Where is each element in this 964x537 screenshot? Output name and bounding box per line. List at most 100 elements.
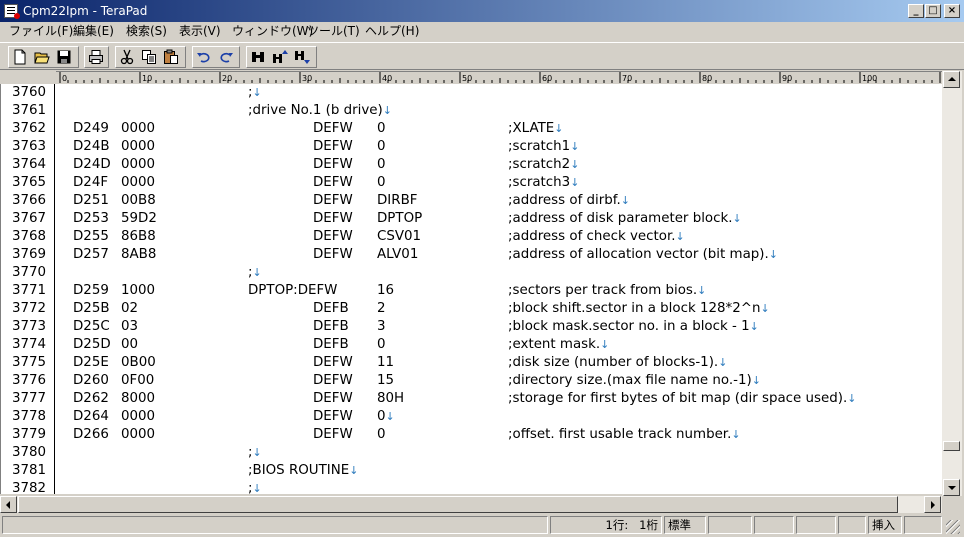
code-op-text: DEFW — [313, 175, 353, 190]
scroll-left-button[interactable] — [0, 496, 17, 513]
editor-line[interactable]: 3777 D262 8000 DEFW 80H ;storage for first by… — [1, 390, 942, 408]
resize-grip[interactable] — [946, 520, 960, 534]
editor-line[interactable]: 3773 D25C 03 DEFB 3 ;block mask.sector no. in… — [1, 318, 942, 336]
code-arg-text: 0 — [377, 121, 386, 136]
scroll-down-button[interactable] — [943, 479, 960, 496]
menu-search[interactable]: 検索(S) — [126, 24, 167, 39]
code-op-text: DEFW — [313, 139, 353, 154]
status-column: 1桁 — [639, 518, 658, 532]
editor-line[interactable]: 3770 ;↓ — [1, 264, 942, 282]
ruler-label: 40 — [382, 74, 392, 83]
maximize-button[interactable]: □ — [925, 4, 941, 18]
copy-icon[interactable] — [140, 49, 158, 66]
menu-view[interactable]: 表示(V) — [179, 24, 221, 39]
editor-line[interactable]: 3776 D260 0F00 DEFW 15 ;directory size.(max f… — [1, 372, 942, 390]
text-editor[interactable]: 3760 ;↓ 3761 ;drive No.1 (b drive)↓ 3762 D249… — [0, 84, 942, 494]
code-val: 00 — [121, 336, 138, 354]
paste-icon[interactable] — [162, 49, 180, 66]
code-val-text: 0000 — [121, 139, 156, 154]
code-val-text: 0000 — [121, 121, 156, 136]
editor-line[interactable]: 3775 D25E 0B00 DEFW 11 ;disk size (number of … — [1, 354, 942, 372]
editor-line[interactable]: 3760 ;↓ — [1, 84, 942, 102]
line-number: 3767 — [12, 211, 47, 226]
title-bar[interactable]: Cpm22Ipm - TeraPad _ □ × — [0, 0, 964, 22]
menu-tools[interactable]: ツール(T) — [307, 24, 360, 39]
code-val-text: 00 — [121, 337, 139, 352]
code-addr: D259 — [73, 282, 109, 300]
code-addr: D25B — [73, 300, 110, 318]
menu-window[interactable]: ウィンドウ(W) — [232, 24, 313, 39]
arrow-left-icon — [6, 501, 10, 509]
end-of-line-icon: ↓ — [620, 194, 630, 207]
editor-line[interactable]: 3769 D257 8AB8 DEFW ALV01 ;address of allocat… — [1, 246, 942, 264]
menu-file[interactable]: ファイル(F) — [9, 24, 73, 39]
printer-icon[interactable] — [87, 49, 105, 66]
scissors-icon[interactable] — [118, 49, 136, 66]
editor-line[interactable]: 3768 D255 86B8 DEFW CSV01 ;address of check v… — [1, 228, 942, 246]
status-encoding: 標準 — [664, 516, 706, 534]
editor-line[interactable]: 3764 D24D 0000 DEFW 0 ;scratch2↓ — [1, 156, 942, 174]
vertical-scrollbar[interactable] — [942, 71, 962, 496]
code-addr-text: D24B — [73, 139, 110, 154]
editor-line[interactable]: 3762 D249 0000 DEFW 0 ;XLATE↓ — [1, 120, 942, 138]
editor-line[interactable]: 3781 ;BIOS ROUTINE↓ — [1, 462, 942, 480]
editor-line[interactable]: 3766 D251 00B8 DEFW DIRBF ;address of dirbf.↓ — [1, 192, 942, 210]
code-label: ;↓ — [248, 444, 262, 462]
editor-line[interactable]: 3774 D25D 00 DEFB 0 ;extent mask.↓ — [1, 336, 942, 354]
code-label: ;BIOS ROUTINE↓ — [248, 462, 358, 480]
code-arg: 11 — [377, 354, 394, 372]
code-arg: DIRBF — [377, 192, 417, 210]
vertical-scroll-thumb[interactable] — [943, 441, 960, 451]
code-op: DEFW — [313, 408, 353, 426]
close-button[interactable]: × — [944, 4, 960, 18]
status-bar: 1行: 1桁 標準 挿入 — [0, 514, 964, 537]
editor-line[interactable]: 3779 D266 0000 DEFW 0 ;offset. first usable t… — [1, 426, 942, 444]
end-of-line-icon: ↓ — [731, 428, 741, 441]
code-comment-text: ;extent mask. — [508, 337, 601, 352]
code-val: 1000 — [121, 282, 155, 300]
menu-help[interactable]: ヘルプ(H) — [365, 24, 419, 39]
editor-line[interactable]: 3782 ;↓ — [1, 480, 942, 494]
editor-line[interactable]: 3765 D24F 0000 DEFW 0 ;scratch3↓ — [1, 174, 942, 192]
save-icon[interactable] — [55, 49, 73, 66]
line-number: 3765 — [12, 175, 47, 190]
code-arg: 3 — [377, 318, 386, 336]
code-op: DEFW — [313, 120, 353, 138]
code-comment-text: ;scratch3 — [508, 175, 571, 190]
code-addr: D249 — [73, 120, 109, 138]
line-number: 3782 — [12, 481, 47, 494]
scroll-up-button[interactable] — [943, 71, 960, 88]
minimize-button[interactable]: _ — [908, 4, 924, 18]
code-val-text: 0B00 — [121, 355, 156, 370]
undo-icon[interactable] — [195, 49, 213, 66]
editor-line[interactable]: 3780 ;↓ — [1, 444, 942, 462]
horizontal-scrollbar[interactable] — [0, 496, 942, 513]
end-of-line-icon: ↓ — [749, 320, 759, 333]
code-val-text: 1000 — [121, 283, 156, 298]
ruler-label: 30 — [302, 74, 312, 83]
editor-line[interactable]: 3763 D24B 0000 DEFW 0 ;scratch1↓ — [1, 138, 942, 156]
editor-line[interactable]: 3771 D259 1000 DPTOP:DEFW 16 ;sectors per tra… — [1, 282, 942, 300]
open-folder-icon[interactable] — [33, 49, 51, 66]
editor-line[interactable]: 3767 D253 59D2 DEFW DPTOP ;address of disk pa… — [1, 210, 942, 228]
print-button-group — [84, 46, 109, 68]
code-op: DEFW — [313, 174, 353, 192]
code-arg: 15 — [377, 372, 394, 390]
redo-icon[interactable] — [217, 49, 235, 66]
scroll-right-button[interactable] — [924, 496, 941, 513]
code-arg-text: 16 — [377, 283, 395, 298]
editor-line[interactable]: 3761 ;drive No.1 (b drive)↓ — [1, 102, 942, 120]
code-arg-text: 0 — [377, 175, 386, 190]
find-down-icon[interactable] — [293, 49, 311, 66]
new-file-icon[interactable] — [11, 49, 29, 66]
find-up-icon[interactable] — [271, 49, 289, 66]
editor-line[interactable]: 3772 D25B 02 DEFB 2 ;block shift.sector in a … — [1, 300, 942, 318]
code-comment-text: ;address of disk parameter block. — [508, 211, 733, 226]
horizontal-scroll-thumb[interactable] — [18, 496, 898, 513]
code-val: 86B8 — [121, 228, 156, 246]
terapad-app-icon[interactable] — [4, 4, 20, 19]
menu-edit[interactable]: 編集(E) — [73, 24, 114, 39]
editor-line[interactable]: 3778 D264 0000 DEFW 0↓ — [1, 408, 942, 426]
line-number: 3775 — [12, 355, 47, 370]
binoculars-icon[interactable] — [249, 49, 267, 66]
